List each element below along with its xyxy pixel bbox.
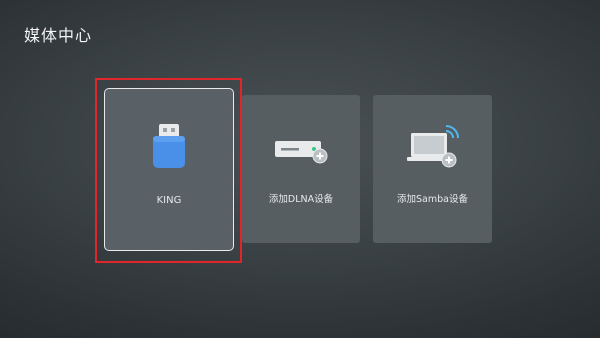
add-samba-device-label: 添加Samba设备	[397, 194, 468, 205]
dlna-device-add-icon	[242, 137, 360, 165]
add-dlna-device-label: 添加DLNA设备	[268, 194, 334, 205]
add-dlna-device-tile[interactable]: 添加DLNA设备	[242, 95, 360, 243]
add-samba-device-tile[interactable]: 添加Samba设备	[373, 95, 492, 243]
page-title: 媒体中心	[24, 26, 93, 45]
device-tile-usb[interactable]: KING	[104, 88, 234, 251]
usb-drive-icon	[105, 122, 233, 170]
samba-laptop-add-icon	[373, 123, 492, 169]
device-label-usb: KING	[156, 195, 182, 206]
